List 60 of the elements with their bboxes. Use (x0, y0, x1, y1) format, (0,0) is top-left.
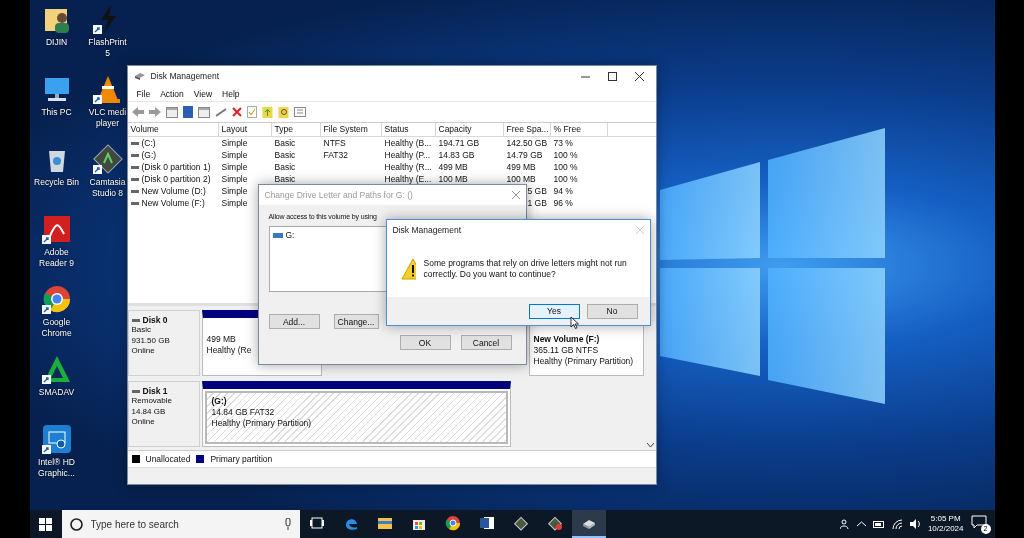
table-cell: 96 % (553, 197, 573, 209)
table-cell: FAT32 (323, 149, 348, 161)
table-cell: 14.83 GB (438, 149, 475, 161)
table-cell: 100 % (553, 161, 578, 173)
partition-title: (G:) (211, 396, 228, 407)
table-cell: 142.50 GB (506, 137, 548, 149)
table-cell: NTFS (323, 137, 346, 149)
table-cell: Simple (221, 197, 248, 209)
table-cell: 100 MB (438, 173, 468, 185)
table-cell: 73 % (553, 137, 573, 149)
window-title: Disk Management (150, 71, 220, 81)
table-cell: 100 % (553, 173, 578, 185)
dialog-title: Disk Management (392, 225, 462, 235)
table-cell: 1 GB (527, 197, 547, 209)
partition-detail: 14.84 GB FAT32 (211, 407, 276, 418)
table-cell: Basic (274, 137, 296, 149)
table-cell: Basic (274, 161, 296, 173)
table-cell: 100 MB (506, 173, 536, 185)
partition-title: New Volume (F:) (533, 334, 601, 345)
table-cell: New Volume (D:) (141, 185, 206, 197)
table-cell: Basic (274, 173, 296, 185)
legend-label: Primary partition (210, 454, 273, 464)
table-cell: Healthy (B... (384, 137, 432, 149)
table-cell: New Volume (F:) (141, 197, 205, 209)
disk-name: Disk 0 (142, 315, 168, 325)
partition-detail: 365.11 GB NTFS (533, 345, 600, 356)
table-cell: (Disk 0 partition 1) (141, 161, 211, 173)
table-cell: Healthy (E... (384, 173, 432, 185)
disk-size: 931.50 GB (131, 335, 171, 346)
table-cell: 94 % (553, 185, 573, 197)
partition-detail: 499 MB (206, 334, 237, 345)
disk-status: Online (131, 346, 156, 357)
table-cell: Basic (274, 149, 296, 161)
disk-type: Basic (131, 325, 153, 336)
table-cell: Healthy (R... (384, 161, 432, 173)
table-cell: Healthy (P... (384, 149, 431, 161)
partition-detail: Healthy (Primary Partition) (533, 356, 635, 367)
table-cell: (C:) (141, 137, 156, 149)
partition-detail: Healthy (Primary Partition) (211, 418, 313, 429)
table-cell: 499 MB (438, 161, 468, 173)
table-cell: 100 % (553, 149, 578, 161)
disk-size: 14.84 GB (131, 406, 167, 417)
table-cell: (Disk 0 partition 2) (141, 173, 211, 185)
table-cell: 5 GB (527, 185, 547, 197)
legend-label: Unallocated (145, 454, 191, 464)
table-cell: Simple (221, 137, 248, 149)
disk-type: Removable (131, 396, 173, 407)
table-cell: Simple (221, 161, 248, 173)
partition-detail: Healthy (Re (206, 345, 253, 356)
table-cell: 194.71 GB (438, 137, 480, 149)
dialog-title: Change Drive Letter and Paths for G: () (264, 190, 414, 200)
disk-name: Disk 1 (142, 386, 168, 396)
table-cell: 499 MB (506, 161, 536, 173)
table-cell: 14.79 GB (506, 149, 543, 161)
message-text: Some programs that rely on drive letters might not run correctly. Do you want to continue? (423, 257, 628, 280)
disk-status: Online (131, 417, 156, 428)
table-cell: (G:) (141, 149, 157, 161)
table-cell: Simple (221, 185, 248, 197)
table-cell: Simple (221, 149, 248, 161)
table-cell: Simple (221, 173, 248, 185)
